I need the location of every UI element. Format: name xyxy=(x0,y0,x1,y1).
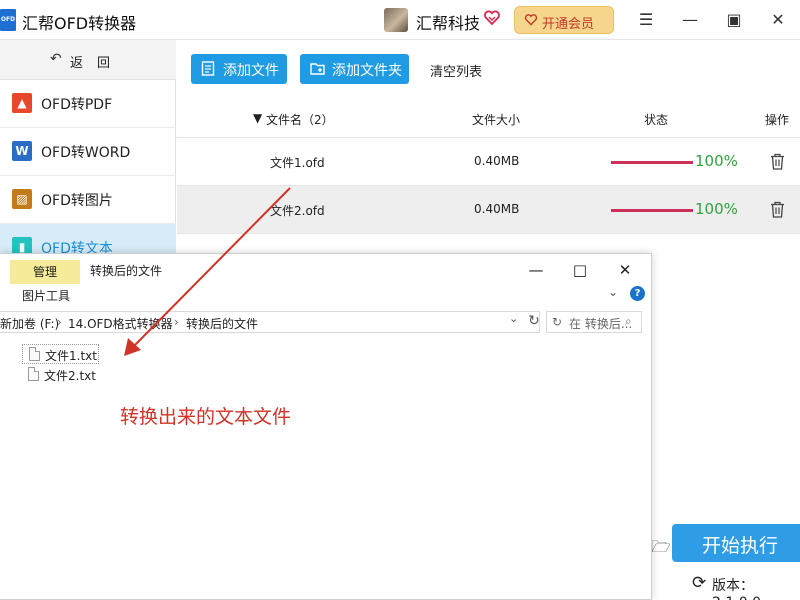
search-scope-icon: ↻ xyxy=(552,315,563,329)
sidebar: ↶ 返回 ▲ OFD转PDF W OFD转WORD ▨ OFD转图片 ▮ OFD… xyxy=(0,40,176,272)
user-name[interactable]: 汇帮科技 xyxy=(416,10,480,34)
file-name-cell: 文件2.ofd xyxy=(270,204,325,218)
sidebar-item-label: OFD转WORD xyxy=(41,145,131,161)
trash-icon[interactable] xyxy=(770,153,785,170)
app-title: 汇帮OFD转换器 xyxy=(22,14,137,33)
table-row[interactable]: 文件2.ofd 0.40MB 100% xyxy=(177,186,800,234)
title-bar: OFD 汇帮OFD转换器 汇帮科技 开通会员 ☰ — ▣ ✕ xyxy=(0,0,800,40)
open-folder-icon[interactable]: 🗁 xyxy=(651,536,671,563)
column-header-status: 状态 xyxy=(644,113,669,127)
address-bar[interactable]: 新加卷 (F:) › 14.OFD格式转换器 › 转换后的文件 xyxy=(0,311,540,333)
search-icon[interactable]: ⌕ xyxy=(625,314,632,329)
breadcrumb-separator-icon: › xyxy=(57,315,62,329)
clear-list-button[interactable]: 清空列表 xyxy=(430,61,482,80)
column-header-name[interactable]: 文件名（2） xyxy=(266,111,334,128)
ribbon-tab-manage[interactable]: 管理 xyxy=(10,260,80,284)
vip-button[interactable]: 开通会员 xyxy=(514,6,614,34)
search-input[interactable]: ↻ 在 转换后... ⌕ xyxy=(546,311,642,333)
breadcrumb-drive[interactable]: 新加卷 (F:) xyxy=(0,315,59,332)
add-file-button[interactable]: 添加文件 xyxy=(191,54,287,84)
progress-fill xyxy=(611,161,693,164)
pdf-icon: ▲ xyxy=(12,93,32,113)
search-placeholder: 在 转换后... xyxy=(569,317,633,331)
sidebar-item-ofd-to-word[interactable]: W OFD转WORD xyxy=(0,128,176,176)
vip-button-label: 开通会员 xyxy=(542,17,595,32)
menu-icon[interactable]: ☰ xyxy=(624,0,668,40)
sidebar-item-label: OFD转PDF xyxy=(41,97,113,113)
close-icon[interactable]: ✕ xyxy=(756,0,800,40)
file-name: 文件2.txt xyxy=(44,369,96,383)
progress-bar xyxy=(611,209,693,212)
progress-text: 100% xyxy=(695,152,738,170)
minimize-icon[interactable]: — xyxy=(668,0,712,40)
progress-fill xyxy=(611,209,693,212)
sidebar-item-ofd-to-pdf[interactable]: ▲ OFD转PDF xyxy=(0,80,176,128)
app-logo-icon: OFD xyxy=(0,9,16,31)
trash-icon[interactable] xyxy=(770,201,785,218)
file-name: 文件1.txt xyxy=(45,349,97,363)
progress-bar xyxy=(611,161,693,164)
table-row[interactable]: 文件1.ofd 0.40MB 100% xyxy=(177,138,800,186)
add-folder-button[interactable]: 添加文件夹 xyxy=(300,54,409,84)
sidebar-item-label: OFD转图片 xyxy=(41,193,113,209)
word-icon: W xyxy=(12,141,32,161)
text-file-icon xyxy=(28,367,39,381)
refresh-icon[interactable]: ↻ xyxy=(525,311,543,331)
version-label: 版本：2.1.0.0 xyxy=(712,578,761,600)
list-item[interactable]: 文件1.txt xyxy=(22,344,99,364)
start-button-label: 开始执行 xyxy=(702,535,779,557)
back-arrow-icon: ↶ xyxy=(50,51,62,67)
column-header-size: 文件大小 xyxy=(472,113,521,127)
add-file-label: 添加文件 xyxy=(223,63,279,79)
explorer-maximize-icon[interactable]: □ xyxy=(558,256,602,284)
address-dropdown-icon[interactable]: ⌄ xyxy=(509,312,518,325)
text-file-icon xyxy=(29,347,40,361)
column-header-action: 操作 xyxy=(765,113,790,127)
explorer-close-icon[interactable]: ✕ xyxy=(603,256,647,284)
maximize-icon[interactable]: ▣ xyxy=(712,0,756,40)
add-folder-icon xyxy=(310,63,325,75)
update-icon[interactable]: ⟳ xyxy=(692,573,706,593)
user-avatar[interactable] xyxy=(384,8,408,32)
explorer-minimize-icon[interactable]: — xyxy=(514,256,558,284)
table-header: ▼ 文件名（2） 文件大小 状态 操作 xyxy=(177,98,800,138)
progress-text: 100% xyxy=(695,200,738,218)
breadcrumb-separator-icon: › xyxy=(174,315,179,329)
explorer-window: 管理 转换后的文件 — □ ✕ 图片工具 ⌄ ? 新加卷 (F:) › 14.O… xyxy=(0,253,652,600)
breadcrumb-folder[interactable]: 14.OFD格式转换器 xyxy=(68,315,173,332)
annotation-text: 转换出来的文本文件 xyxy=(120,406,292,428)
add-file-icon xyxy=(201,61,215,76)
sidebar-item-ofd-to-image[interactable]: ▨ OFD转图片 xyxy=(0,176,176,224)
back-button[interactable]: ↶ 返回 xyxy=(0,40,176,80)
image-icon: ▨ xyxy=(12,189,32,209)
breadcrumb-current[interactable]: 转换后的文件 xyxy=(186,315,258,332)
explorer-title: 转换后的文件 xyxy=(90,264,163,278)
file-size-cell: 0.40MB xyxy=(474,154,520,168)
file-size-cell: 0.40MB xyxy=(474,202,520,216)
list-item[interactable]: 文件2.txt xyxy=(22,365,99,385)
start-button[interactable]: 开始执行 xyxy=(672,524,800,562)
sort-caret-icon[interactable]: ▼ xyxy=(253,111,262,125)
add-folder-label: 添加文件夹 xyxy=(332,63,402,79)
back-button-label: 返回 xyxy=(70,56,125,71)
file-name-cell: 文件1.ofd xyxy=(270,156,325,170)
ribbon-tab-picture-tools[interactable]: 图片工具 xyxy=(22,287,70,304)
chevron-down-icon[interactable]: ⌄ xyxy=(608,285,618,299)
vip-badge-icon xyxy=(524,14,538,26)
vip-heart-icon xyxy=(484,10,500,26)
help-icon[interactable]: ? xyxy=(630,286,645,301)
